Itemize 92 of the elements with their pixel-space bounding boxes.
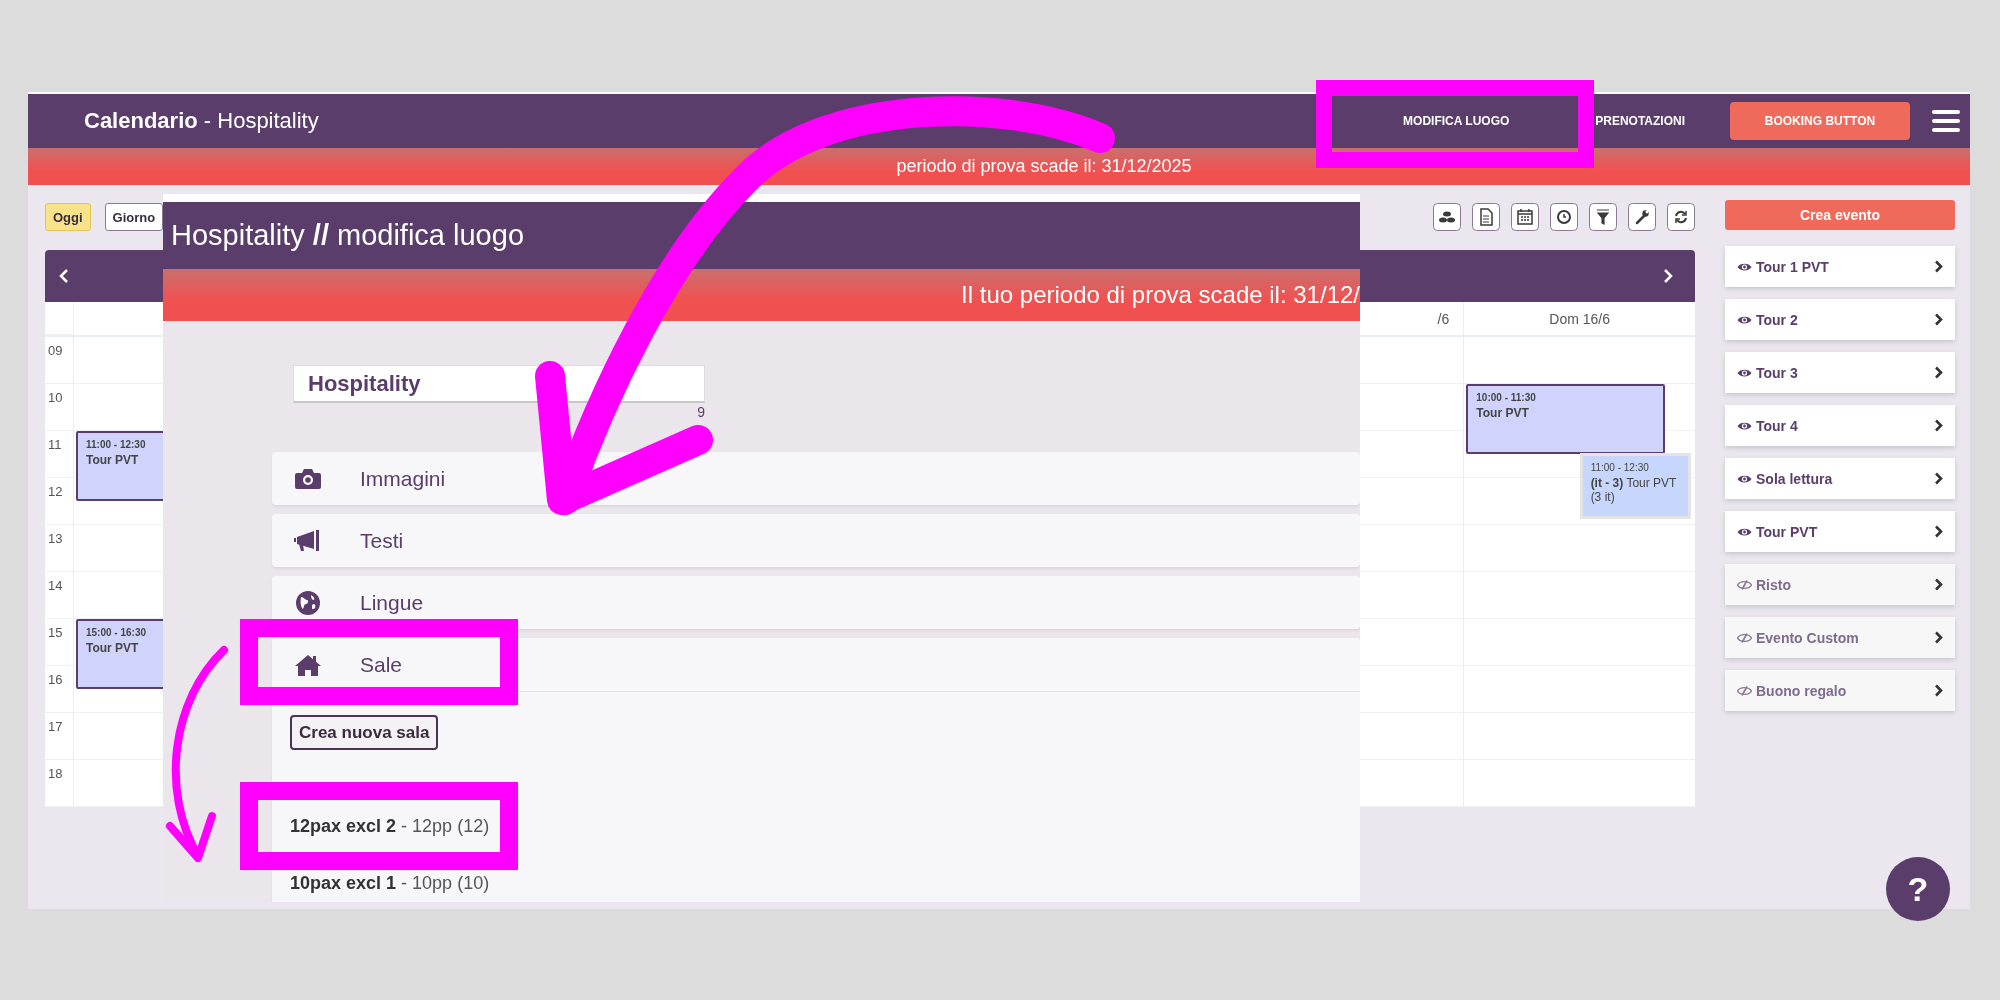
hour-label: 16 (48, 672, 63, 687)
chevron-right-icon (1934, 472, 1943, 485)
chevron-right-icon (1934, 260, 1943, 273)
character-counter: 9 (697, 404, 705, 420)
chevron-right-icon (1934, 578, 1943, 591)
megaphone-icon (294, 529, 322, 552)
eye-icon (1737, 367, 1752, 378)
accordion-section[interactable]: Immagini (272, 452, 1360, 505)
hour-label: 10 (48, 390, 63, 405)
section-title: Sale (360, 652, 403, 677)
chevron-right-icon (1934, 525, 1943, 538)
chevron-right-icon (1934, 631, 1943, 644)
eye-icon (1737, 526, 1752, 537)
event-title: Tour PVT (86, 453, 140, 467)
next-icon[interactable] (1663, 269, 1673, 283)
view-button[interactable]: Giorno (104, 203, 164, 231)
menu-icon[interactable] (1932, 109, 1960, 133)
previous-icon[interactable] (59, 269, 69, 283)
eye-slash-icon (1737, 632, 1752, 643)
calendar-event[interactable]: 10:00 - 11:30 Tour PVT (1466, 384, 1665, 454)
item-label: Tour 4 (1756, 417, 1799, 434)
item-label: Tour 1 PVT (1756, 258, 1830, 275)
event-type-item[interactable]: Evento Custom (1725, 617, 1955, 658)
eye-icon (1737, 420, 1752, 431)
day-header: Dom 16/6 (1549, 310, 1610, 327)
create-room-button[interactable]: Crea nuova sala (290, 715, 439, 750)
globe-icon (294, 590, 322, 615)
event-time: 11:00 - 12:30 (1590, 462, 1650, 473)
event-time: 15:00 - 16:30 (86, 627, 148, 638)
house-icon (294, 653, 322, 676)
refresh-icon[interactable] (1667, 203, 1695, 231)
event-type-item[interactable]: Tour 4 (1725, 405, 1955, 446)
eye-slash-icon (1737, 685, 1752, 696)
event-type-item[interactable]: Tour PVT (1725, 511, 1955, 552)
app-title: Calendario - Hospitality (84, 108, 319, 134)
item-label: Tour PVT (1756, 523, 1819, 540)
chevron-right-icon (1934, 419, 1943, 432)
document-icon[interactable] (1472, 203, 1500, 231)
chevron-right-icon (1934, 313, 1943, 326)
event-time: 11:00 - 12:30 (86, 439, 147, 450)
event-type-item[interactable]: Tour 1 PVT (1725, 246, 1955, 287)
section-title: Testi (360, 528, 404, 553)
item-label: Evento Custom (1756, 629, 1860, 646)
accordion-section[interactable]: Testi (272, 514, 1360, 567)
item-label: Tour 2 (1756, 311, 1799, 328)
panel-title: Hospitality // modifica luogo (171, 219, 524, 252)
item-label: Buono regalo (1756, 682, 1848, 699)
camera-icon (294, 467, 322, 490)
event-title: Tour PVT (1476, 406, 1530, 420)
wrench-icon[interactable] (1628, 203, 1656, 231)
hour-label: 13 (48, 531, 63, 546)
event-time: 10:00 - 11:30 (1476, 392, 1537, 403)
eye-icon (1737, 314, 1752, 325)
room-entry[interactable]: 10pax excl 1 - 10pp (10) (290, 873, 490, 894)
section-title: Immagini (360, 466, 446, 491)
hour-label: 12 (48, 484, 63, 499)
nav-link[interactable]: PRENOTAZIONI (1595, 114, 1685, 128)
coins-icon[interactable] (1433, 203, 1461, 231)
nav-link[interactable]: MODIFICA LUOGO (1331, 114, 1582, 128)
event-type-item[interactable]: Buono regalo (1725, 670, 1955, 711)
event-type-item[interactable]: Sola lettura (1725, 458, 1955, 499)
hour-label: 14 (48, 578, 63, 593)
accordion-section[interactable]: Sale Crea nuova sala 12pax excl 2 - 12pp (12) 10pax excl 1 - 10pp (10) (272, 638, 1360, 902)
room-entry[interactable]: 12pax excl 2 - 12pp (12) (290, 816, 490, 837)
event-title: (it - 3) Tour PVT (3 it) (1590, 476, 1678, 504)
event-type-item[interactable]: Risto (1725, 564, 1955, 605)
event-type-item[interactable]: Tour 3 (1725, 352, 1955, 393)
chevron-right-icon (1934, 366, 1943, 379)
hour-label: 18 (48, 766, 63, 781)
hour-label: 17 (48, 719, 63, 734)
trial-notice: Il tuo periodo di prova scade il: 31/12/ (961, 281, 1360, 309)
chevron-right-icon (1934, 684, 1943, 697)
eye-icon (1737, 261, 1752, 272)
event-type-item[interactable]: Tour 2 (1725, 299, 1955, 340)
item-label: Sola lettura (1756, 470, 1834, 487)
item-label: Tour 3 (1756, 364, 1799, 381)
hour-label: 11 (48, 437, 62, 452)
eye-icon (1737, 473, 1752, 484)
filter-icon[interactable] (1589, 203, 1617, 231)
section-title: Lingue (360, 590, 424, 615)
clock-icon[interactable] (1550, 203, 1578, 231)
hour-label: 15 (48, 625, 63, 640)
eye-slash-icon (1737, 579, 1752, 590)
accordion-section[interactable]: Lingue (272, 576, 1360, 629)
calendar-icon[interactable] (1511, 203, 1539, 231)
event-tooltip[interactable]: 11:00 - 12:30 (it - 3) Tour PVT (3 it) (1579, 453, 1691, 519)
day-header: /6 (1437, 310, 1450, 327)
event-title: Tour PVT (86, 641, 140, 655)
item-label: Risto (1756, 576, 1792, 593)
trial-notice: periodo di prova scade il: 31/12/2025 (895, 156, 1192, 177)
hour-label: 09 (48, 343, 63, 358)
view-button[interactable]: Oggi (45, 203, 91, 231)
